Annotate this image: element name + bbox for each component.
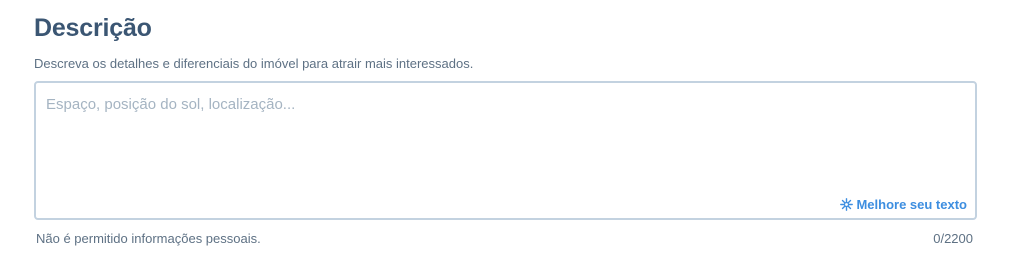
description-textarea-container: Melhore seu texto xyxy=(34,81,977,220)
section-subtitle: Descreva os detalhes e diferenciais do i… xyxy=(34,56,474,71)
helper-text: Não é permitido informações pessoais. xyxy=(36,231,261,246)
improve-text-button[interactable]: Melhore seu texto xyxy=(840,197,967,212)
improve-text-button-label: Melhore seu texto xyxy=(856,197,967,212)
description-textarea[interactable] xyxy=(36,83,975,218)
character-counter: 0/2200 xyxy=(933,231,973,246)
sparkle-icon xyxy=(840,198,854,211)
section-title: Descrição xyxy=(34,14,152,42)
